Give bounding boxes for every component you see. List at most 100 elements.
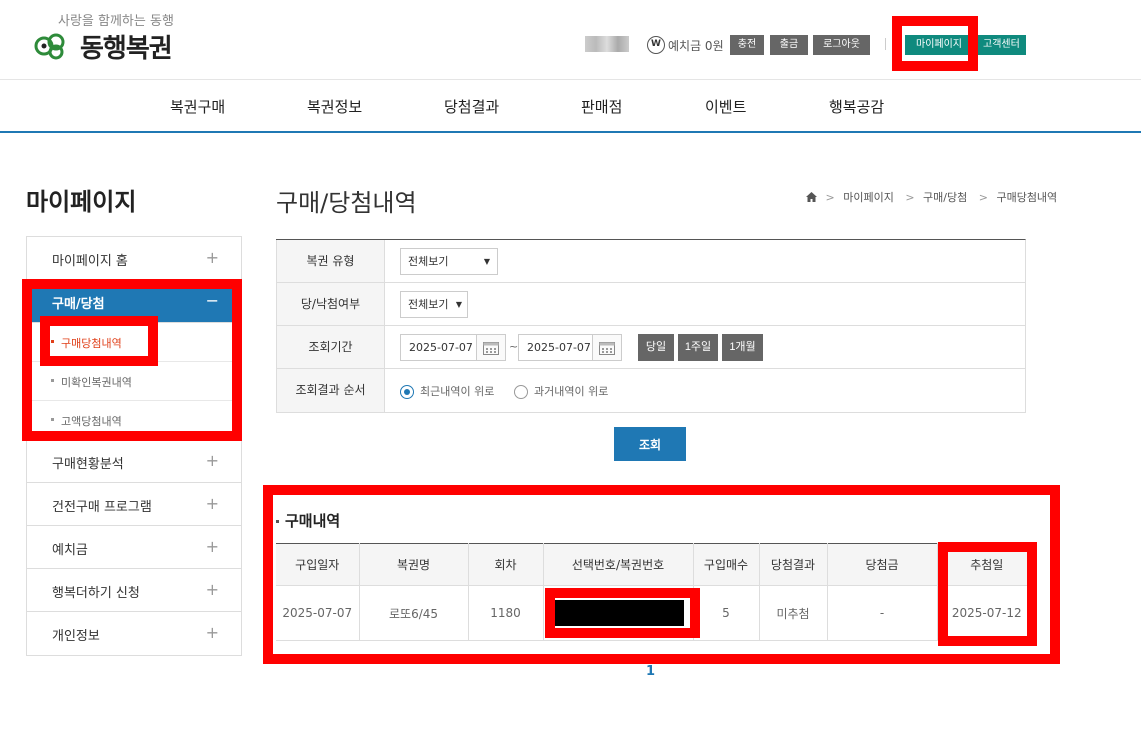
sidebar-subitem-label: 미확인복권내역 bbox=[61, 376, 132, 389]
collapse-icon: − bbox=[205, 291, 219, 310]
bullet-icon bbox=[51, 379, 54, 382]
period-1week-button[interactable]: 1주일 bbox=[678, 334, 718, 361]
search-button[interactable]: 조회 bbox=[614, 427, 686, 461]
lottery-type-select[interactable]: 전체보기 ▼ bbox=[400, 248, 498, 275]
sidebar-item-label: 마이페이지 홈 bbox=[52, 254, 128, 269]
mypage-button[interactable]: 마이페이지 bbox=[905, 35, 973, 55]
column-header: 당첨결과 bbox=[759, 543, 828, 586]
field-label: 복권 유형 bbox=[276, 240, 385, 282]
expand-icon: + bbox=[205, 451, 219, 470]
pagination-current-page[interactable]: 1 bbox=[646, 664, 655, 679]
sidebar-item-healthy-purchase[interactable]: 건전구매 프로그램 + bbox=[27, 483, 241, 526]
nav-events[interactable]: 이벤트 bbox=[705, 96, 746, 117]
deposit-amount: 예치금 0원 bbox=[668, 39, 724, 53]
redacted-block bbox=[552, 600, 684, 626]
selected-number-cell[interactable] bbox=[543, 585, 694, 641]
nav-stores[interactable]: 판매점 bbox=[581, 96, 622, 117]
customer-center-button[interactable]: 고객센터 bbox=[976, 35, 1026, 55]
purchase-history-table: 구입일자 복권명 회차 선택번호/복권번호 구입매수 당첨결과 당첨금 추첨일 … bbox=[276, 543, 1036, 641]
withdraw-button[interactable]: 출금 bbox=[770, 35, 808, 55]
sidebar-item-label: 예치금 bbox=[52, 543, 88, 558]
round-cell: 1180 bbox=[468, 585, 544, 641]
column-header: 추첨일 bbox=[937, 543, 1036, 586]
date-to-input[interactable]: 2025-07-07 bbox=[518, 334, 595, 361]
period-1month-button[interactable]: 1개월 bbox=[722, 334, 763, 361]
sidebar-item-personal-info[interactable]: 개인정보 + bbox=[27, 612, 241, 655]
logo-slogan: 사랑을 함께하는 동행 bbox=[58, 14, 174, 29]
column-header: 복권명 bbox=[359, 543, 469, 586]
sidebar-item-label: 구매현황분석 bbox=[52, 457, 124, 472]
win-status-select[interactable]: 전체보기 ▼ bbox=[400, 291, 468, 318]
table-row: 2025-07-07 로또6/45 1180 5 미추첨 - 2025-07-1… bbox=[276, 585, 1036, 641]
chevron-right-icon: > bbox=[905, 191, 915, 204]
section-title-text: 구매내역 bbox=[285, 512, 341, 530]
nav-winning-results[interactable]: 당첨결과 bbox=[444, 96, 499, 117]
sidebar: 마이페이지 홈 + 구매/당첨 − 구매당첨내역 미확인복권내역 고액당첨내역 … bbox=[26, 236, 242, 656]
charge-button[interactable]: 충전 bbox=[730, 35, 764, 55]
home-icon[interactable] bbox=[806, 192, 817, 202]
radio-unchecked-icon bbox=[514, 385, 528, 399]
search-row-order: 조회결과 순서 최근내역이 위로 과거내역이 위로 bbox=[276, 369, 1025, 412]
nav-lottery-info[interactable]: 복권정보 bbox=[307, 96, 362, 117]
caret-down-icon: ▼ bbox=[455, 300, 462, 309]
main-navigation: 복권구매 복권정보 당첨결과 판매점 이벤트 행복공감 bbox=[0, 81, 1141, 133]
sidebar-subitem-label: 고액당첨내역 bbox=[61, 415, 122, 428]
sidebar-item-label: 구매/당첨 bbox=[52, 297, 105, 312]
sidebar-item-happiness-apply[interactable]: 행복더하기 신청 + bbox=[27, 569, 241, 612]
divider bbox=[885, 38, 886, 50]
breadcrumb-item[interactable]: 구매/당첨 bbox=[923, 191, 967, 204]
logo-name: 동행복권 bbox=[80, 34, 173, 64]
chevron-right-icon: > bbox=[978, 191, 988, 204]
deposit-coin-icon: W bbox=[647, 36, 665, 54]
search-row-type: 복권 유형 전체보기 ▼ bbox=[276, 240, 1025, 283]
column-header: 구입매수 bbox=[693, 543, 760, 586]
bullet-icon bbox=[51, 340, 54, 343]
sidebar-item-label: 개인정보 bbox=[52, 629, 100, 644]
blurred-username bbox=[585, 36, 629, 52]
chevron-right-icon: > bbox=[825, 191, 835, 204]
prize-cell: - bbox=[827, 585, 938, 641]
radio-label: 과거내역이 위로 bbox=[534, 385, 609, 398]
nav-happiness[interactable]: 행복공감 bbox=[829, 96, 884, 117]
sidebar-item-mypage-home[interactable]: 마이페이지 홈 + bbox=[27, 237, 241, 280]
sidebar-item-deposit[interactable]: 예치금 + bbox=[27, 526, 241, 569]
sidebar-subitem-high-prize[interactable]: 고액당첨내역 bbox=[27, 401, 241, 440]
logo-mark-icon bbox=[34, 33, 65, 60]
sidebar-subitem-label: 구매당첨내역 bbox=[61, 337, 122, 350]
column-header: 회차 bbox=[468, 543, 544, 586]
sidebar-item-purchase-analysis[interactable]: 구매현황분석 + bbox=[27, 440, 241, 483]
sidebar-subitem-unchecked-lottery[interactable]: 미확인복권내역 bbox=[27, 362, 241, 401]
draw-date-cell: 2025-07-12 bbox=[937, 585, 1036, 641]
select-value: 전체보기 bbox=[408, 255, 449, 268]
sidebar-subitem-purchase-history[interactable]: 구매당첨내역 bbox=[27, 323, 241, 362]
logout-button[interactable]: 로그아웃 bbox=[813, 35, 870, 55]
expand-icon: + bbox=[205, 580, 219, 599]
search-form: 복권 유형 전체보기 ▼ 당/낙첨여부 전체보기 ▼ 조회기간 2025-07-… bbox=[276, 239, 1026, 413]
date-from-input[interactable]: 2025-07-07 bbox=[400, 334, 477, 361]
radio-label: 최근내역이 위로 bbox=[420, 385, 495, 398]
sidebar-item-purchase-winning[interactable]: 구매/당첨 − bbox=[27, 280, 241, 323]
column-header: 선택번호/복권번호 bbox=[543, 543, 694, 586]
expand-icon: + bbox=[205, 623, 219, 642]
caret-down-icon: ▼ bbox=[483, 257, 490, 266]
field-label: 조회결과 순서 bbox=[276, 369, 385, 412]
calendar-icon[interactable] bbox=[592, 334, 622, 361]
range-separator: ~ bbox=[509, 340, 519, 353]
sidebar-title: 마이페이지 bbox=[26, 188, 137, 216]
order-recent-radio[interactable]: 최근내역이 위로 bbox=[400, 383, 494, 399]
period-today-button[interactable]: 당일 bbox=[638, 334, 674, 361]
column-header: 당첨금 bbox=[827, 543, 938, 586]
purchase-count-cell: 5 bbox=[693, 585, 760, 641]
table-header-row: 구입일자 복권명 회차 선택번호/복권번호 구입매수 당첨결과 당첨금 추첨일 bbox=[276, 543, 1036, 586]
nav-lottery-purchase[interactable]: 복권구매 bbox=[170, 96, 225, 117]
expand-icon: + bbox=[205, 537, 219, 556]
lottery-name-cell: 로또6/45 bbox=[359, 585, 469, 641]
field-label: 조회기간 bbox=[276, 326, 385, 368]
expand-icon: + bbox=[205, 494, 219, 513]
breadcrumb-item[interactable]: 마이페이지 bbox=[843, 191, 894, 204]
sidebar-item-label: 행복더하기 신청 bbox=[52, 586, 140, 601]
expand-icon: + bbox=[205, 248, 219, 267]
select-value: 전체보기 bbox=[408, 298, 449, 311]
order-past-radio[interactable]: 과거내역이 위로 bbox=[514, 383, 608, 399]
calendar-icon[interactable] bbox=[476, 334, 506, 361]
